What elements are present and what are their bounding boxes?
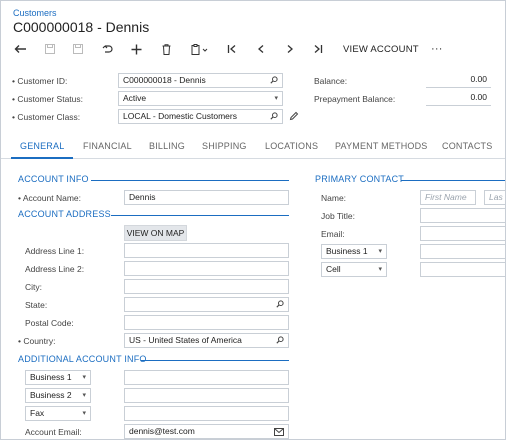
contact-name-label: Name: xyxy=(321,193,347,203)
prepayment-balance-value: 0.00 xyxy=(426,91,491,106)
contact-phone2-input[interactable] xyxy=(420,262,505,277)
section-divider xyxy=(111,215,289,216)
phone1-input[interactable] xyxy=(124,370,289,385)
job-title-input[interactable] xyxy=(420,208,505,223)
additional-account-info-header: ADDITIONAL ACCOUNT INFO xyxy=(18,354,147,364)
address-line2-input[interactable] xyxy=(124,261,289,276)
contact-phone1-input[interactable] xyxy=(420,244,505,259)
contact-phone1-type-select[interactable]: Business 1 ▾ xyxy=(321,244,387,259)
country-field[interactable]: US - United States of America xyxy=(124,333,289,348)
customer-status-label: • Customer Status: xyxy=(12,94,84,104)
tab-payment-methods[interactable]: PAYMENT METHODS xyxy=(335,141,428,151)
add-icon[interactable] xyxy=(127,40,145,58)
chevron-down-icon: ▾ xyxy=(82,410,86,417)
save-icon[interactable] xyxy=(41,40,59,58)
tab-shipping[interactable]: SHIPPING xyxy=(202,141,247,151)
customer-class-label: • Customer Class: xyxy=(12,112,81,122)
account-email-input[interactable]: dennis@test.com xyxy=(124,424,289,439)
state-field[interactable] xyxy=(124,297,289,312)
last-record-icon[interactable] xyxy=(309,40,327,58)
section-divider xyxy=(91,180,289,181)
phone2-type-select[interactable]: Business 2 ▾ xyxy=(25,388,91,403)
more-menu-icon[interactable]: ··· xyxy=(431,40,443,58)
phone2-input[interactable] xyxy=(124,388,289,403)
chevron-down-icon: ▾ xyxy=(378,266,382,273)
chevron-down-icon: ▾ xyxy=(274,95,278,102)
address-line1-label: Address Line 1: xyxy=(25,246,85,256)
next-record-icon[interactable] xyxy=(281,40,299,58)
save-close-icon[interactable] xyxy=(69,40,87,58)
account-address-header: ACCOUNT ADDRESS xyxy=(18,209,111,219)
search-icon[interactable] xyxy=(276,298,284,311)
phone1-type-select[interactable]: Business 1 ▾ xyxy=(25,370,91,385)
tab-locations[interactable]: LOCATIONS xyxy=(265,141,318,151)
country-label: • Country: xyxy=(18,336,56,346)
view-account-button[interactable]: VIEW ACCOUNT xyxy=(343,40,419,58)
fax-type-select[interactable]: Fax ▾ xyxy=(25,406,91,421)
first-name-input[interactable]: First Name xyxy=(420,190,476,205)
tab-bar: GENERAL FINANCIAL BILLING SHIPPING LOCAT… xyxy=(1,137,505,159)
tab-general[interactable]: GENERAL xyxy=(20,141,64,151)
state-label: State: xyxy=(25,300,48,310)
tab-financial[interactable]: FINANCIAL xyxy=(83,141,132,151)
account-info-header: ACCOUNT INFO xyxy=(18,174,89,184)
customers-screen: Customers C000000018 - Dennis VIEW ACCOU… xyxy=(0,0,506,440)
tab-billing[interactable]: BILLING xyxy=(149,141,185,151)
undo-icon[interactable] xyxy=(98,40,116,58)
postal-code-input[interactable] xyxy=(124,315,289,330)
account-name-input[interactable]: Dennis xyxy=(124,190,289,205)
customer-class-field[interactable]: LOCAL - Domestic Customers xyxy=(118,109,283,124)
primary-contact-header: PRIMARY CONTACT xyxy=(315,174,405,184)
account-name-label: • Account Name: xyxy=(18,193,81,203)
copy-paste-icon[interactable] xyxy=(187,40,213,58)
city-input[interactable] xyxy=(124,279,289,294)
previous-record-icon[interactable] xyxy=(252,40,270,58)
back-arrow-icon[interactable] xyxy=(11,40,29,58)
search-icon[interactable] xyxy=(270,110,278,123)
breadcrumb[interactable]: Customers xyxy=(13,8,57,18)
chevron-down-icon: ▾ xyxy=(82,374,86,381)
balance-value: 0.00 xyxy=(426,73,491,88)
customer-id-label: • Customer ID: xyxy=(12,76,68,86)
section-divider xyxy=(141,360,289,361)
address-line2-label: Address Line 2: xyxy=(25,264,85,274)
account-email-label: Account Email: xyxy=(25,427,82,437)
view-on-map-button[interactable]: VIEW ON MAP xyxy=(124,225,187,241)
mail-icon[interactable] xyxy=(274,425,284,438)
contact-email-input[interactable] xyxy=(420,226,505,241)
last-name-input[interactable]: Las xyxy=(484,190,505,205)
edit-pencil-icon[interactable] xyxy=(289,111,299,123)
search-icon[interactable] xyxy=(276,334,284,347)
city-label: City: xyxy=(25,282,42,292)
active-tab-indicator xyxy=(11,157,73,159)
balance-label: Balance: xyxy=(314,76,348,86)
fax-input[interactable] xyxy=(124,406,289,421)
page-title: C000000018 - Dennis xyxy=(13,19,150,35)
delete-icon[interactable] xyxy=(157,40,175,58)
chevron-down-icon: ▾ xyxy=(82,392,86,399)
customer-status-select[interactable]: Active ▾ xyxy=(118,91,283,106)
prepayment-balance-label: Prepayment Balance: xyxy=(314,94,396,104)
job-title-label: Job Title: xyxy=(321,211,356,221)
customer-id-field[interactable]: C000000018 - Dennis xyxy=(118,73,283,88)
first-record-icon[interactable] xyxy=(223,40,241,58)
chevron-down-icon: ▾ xyxy=(378,248,382,255)
address-line1-input[interactable] xyxy=(124,243,289,258)
search-icon[interactable] xyxy=(270,74,278,87)
contact-email-label: Email: xyxy=(321,229,345,239)
tab-contacts[interactable]: CONTACTS xyxy=(442,141,492,151)
section-divider xyxy=(401,180,505,181)
postal-code-label: Postal Code: xyxy=(25,318,74,328)
contact-phone2-type-select[interactable]: Cell ▾ xyxy=(321,262,387,277)
